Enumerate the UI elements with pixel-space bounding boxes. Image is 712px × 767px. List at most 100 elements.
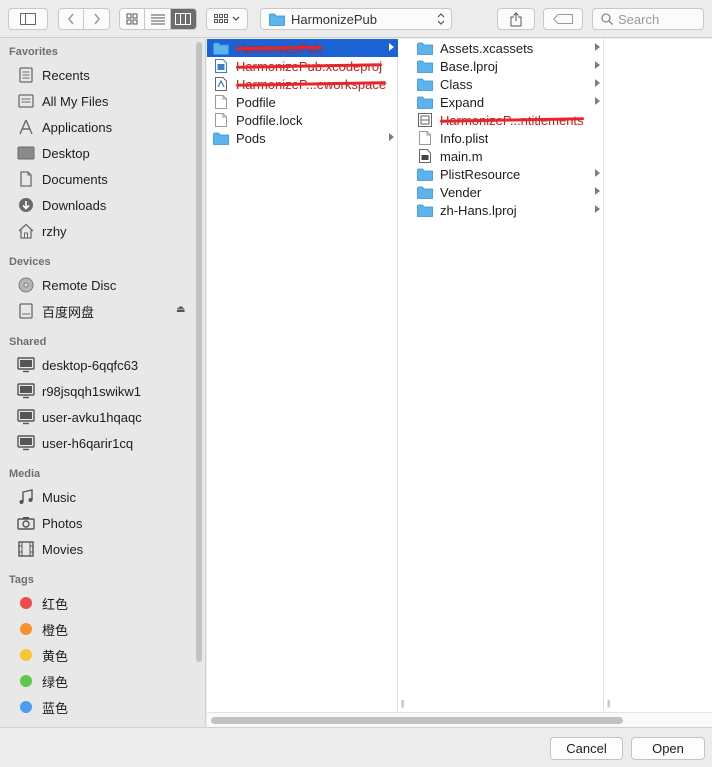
sidebar-section-favorites: Favorites [9,46,58,58]
list-item-podfile[interactable]: Podfile [207,93,398,111]
sidebar-item-remote-disc[interactable]: Remote Disc [16,274,116,296]
computer-icon [16,434,36,452]
list-item-folder[interactable]: Base.lproj [411,57,604,75]
folder-icon [213,131,229,145]
list-item-workspace[interactable]: HarmonizeP...eworkspace [207,75,398,93]
back-button[interactable] [59,9,85,29]
sidebar-item-recents[interactable]: Recents [16,64,90,86]
sidebar-item-baidu-drive[interactable]: 百度网盘 [16,300,94,322]
sidebar-item-music[interactable]: Music [16,486,76,508]
search-input[interactable] [618,11,698,27]
sidebar-item-shared-computer[interactable]: user-h6qarir1cq [16,432,133,454]
list-item-podfile-lock[interactable]: Podfile.lock [207,111,398,129]
location-label: HarmonizePub [291,11,377,27]
tag-yellow-dot-icon [20,649,32,661]
home-icon [16,222,36,240]
sidebar-item-photos[interactable]: Photos [16,512,82,534]
list-item-folder[interactable]: zh-Hans.lproj [411,201,604,219]
list-item-folder[interactable]: Vender [411,183,604,201]
sidebar-item-tag-blue[interactable]: 蓝色 [16,696,68,718]
list-item-harmonizepub-folder[interactable]: HarmonizePub [207,39,398,57]
column-resize-handle[interactable]: || [607,699,610,708]
tag-dot-container [16,646,36,664]
tag-dot-container [16,620,36,638]
sidebar-item-label: user-h6qarir1cq [42,435,134,451]
tag-button[interactable] [543,8,583,30]
forward-button[interactable] [84,9,109,29]
sidebar-item-shared-computer[interactable]: user-avku1hqaqc [16,406,142,428]
list-item-folder[interactable]: PlistResource [411,165,604,183]
sidebar-item-downloads[interactable]: Downloads [16,194,106,216]
view-mode-control [119,8,197,30]
list-item-entitlements[interactable]: HarmonizeP...ntitlements [411,111,604,129]
sidebar-item-label: All My Files [42,93,109,109]
file-icon [213,113,229,127]
item-label: Info.plist [440,130,489,146]
sidebar-item-shared-computer[interactable]: r98jsqqh1swikw1 [16,380,141,402]
source-file-icon [417,149,433,163]
list-item-file[interactable]: Info.plist [411,129,604,147]
sidebar-item-shared-computer[interactable]: desktop-6qqfc63 [16,354,138,376]
folder-icon [417,185,433,199]
share-button[interactable] [497,8,535,30]
folder-icon [417,95,433,109]
icon-view-button[interactable] [120,9,146,29]
file-icon [417,131,433,145]
sidebar-scrollbar[interactable] [196,42,202,662]
sidebar-toggle-button[interactable] [8,8,48,30]
sidebar-item-tag-green[interactable]: 绿色 [16,670,68,692]
location-popup[interactable]: HarmonizePub [260,8,452,30]
horizontal-scrollbar-thumb[interactable] [211,717,623,724]
sidebar-item-tag-red[interactable]: 红色 [16,592,68,614]
sidebar-item-label: 百度网盘 [42,304,95,320]
open-button[interactable]: Open [631,737,705,760]
sidebar: Favorites Recents All My Files Applicati… [0,39,206,727]
applications-icon [16,118,36,136]
tag-dot-container [16,594,36,612]
horizontal-scrollbar[interactable] [207,712,712,727]
list-item-folder[interactable]: Expand [411,93,604,111]
sidebar-item-home[interactable]: rzhy [16,220,67,242]
sidebar-item-tag-yellow[interactable]: 黄色 [16,644,68,666]
chevron-left-icon [68,13,74,25]
sidebar-item-label: Downloads [42,197,107,213]
column-divider[interactable]: || [398,39,411,712]
item-label: Class [440,76,473,92]
movies-icon [16,540,36,558]
list-item-folder[interactable]: Assets.xcassets [411,39,604,57]
search-field[interactable] [592,8,704,30]
item-label: Expand [440,94,485,110]
disclosure-arrow-icon [595,205,600,213]
column-divider[interactable]: || [604,39,617,712]
column-resize-handle[interactable]: || [401,699,404,708]
sidebar-item-tag-orange[interactable]: 橙色 [16,618,68,640]
folder-icon [213,41,229,55]
eject-icon[interactable]: ⏏ [176,304,185,315]
item-label: HarmonizePub.xcodeproj [236,58,382,74]
sidebar-item-applications[interactable]: Applications [16,116,112,138]
folder-icon [417,77,433,91]
folder-icon [417,59,433,73]
arrange-icon [214,14,228,23]
column-view-button[interactable] [170,9,196,29]
list-item-xcodeproj[interactable]: HarmonizePub.xcodeproj [207,57,398,75]
list-item-m-file[interactable]: main.m [411,147,604,165]
tag-icon [553,14,573,24]
disclosure-arrow-icon [595,61,600,69]
item-label: HarmonizeP...eworkspace [236,76,387,92]
sidebar-item-movies[interactable]: Movies [16,538,83,560]
sidebar-item-all-my-files[interactable]: All My Files [16,90,108,112]
list-item-pods-folder[interactable]: Pods [207,129,398,147]
desktop-icon [16,144,36,162]
sidebar-item-documents[interactable]: Documents [16,168,108,190]
tag-red-dot-icon [20,597,32,609]
sidebar-item-desktop[interactable]: Desktop [16,142,90,164]
column-view-icon [175,13,192,25]
list-item-folder[interactable]: Class [411,75,604,93]
cancel-button[interactable]: Cancel [550,737,623,760]
list-view-button[interactable] [145,9,171,29]
sidebar-item-label: rzhy [42,223,67,239]
sidebar-item-label: 蓝色 [42,700,69,716]
sidebar-item-label: r98jsqqh1swikw1 [42,383,141,399]
arrange-popup-button[interactable] [206,8,248,30]
